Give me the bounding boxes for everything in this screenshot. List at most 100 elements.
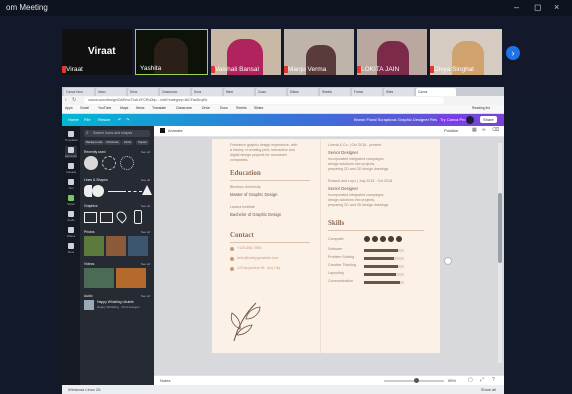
participant-tile[interactable]: Manju Verma xyxy=(284,29,354,75)
audio-title[interactable]: Happy Whistling Ukulele xyxy=(97,300,134,304)
element-triangle[interactable] xyxy=(142,185,152,195)
rail-audio[interactable]: Audio xyxy=(65,210,77,222)
rail-templates[interactable]: Templates xyxy=(65,130,78,142)
resize-button[interactable]: Resize xyxy=(98,117,110,122)
undo-icon[interactable]: ↶ xyxy=(118,117,121,122)
download-item[interactable]: Windows Linux 26 xyxy=(68,387,100,392)
help-icon[interactable]: ? xyxy=(492,377,495,383)
try-pro-button[interactable]: Try Canva Pro xyxy=(437,116,469,123)
browser-tab[interactable]: Zoom xyxy=(256,88,286,96)
rail-text[interactable]: Text xyxy=(65,178,77,190)
minimize-icon[interactable]: – xyxy=(514,2,519,12)
animate-button[interactable]: Animate xyxy=(168,128,183,133)
mail-icon[interactable] xyxy=(84,212,97,223)
element-circle[interactable] xyxy=(84,156,98,170)
browser-tab[interactable]: Canva Hom xyxy=(64,88,94,96)
see-all-link[interactable]: See all xyxy=(141,294,150,298)
browser-tab[interactable]: Slides xyxy=(288,88,318,96)
filter-chip[interactable]: Christmas xyxy=(104,140,121,145)
mail-icon[interactable] xyxy=(100,212,113,223)
audio-thumbnail[interactable] xyxy=(84,300,94,310)
browser-tab[interactable]: Classroom xyxy=(160,88,190,96)
bookmark-item[interactable]: Translate xyxy=(152,106,166,110)
redo-icon[interactable]: ↷ xyxy=(126,117,129,122)
element-line[interactable] xyxy=(108,191,126,192)
zoom-level[interactable]: 95% xyxy=(448,378,456,383)
grid-view-icon[interactable]: ▢ xyxy=(468,377,473,383)
filter-chip[interactable]: Circle xyxy=(122,140,134,145)
browser-tab[interactable]: Inbox xyxy=(96,88,126,96)
bookmark-item[interactable]: Sheets xyxy=(236,106,247,110)
link-icon[interactable]: ∞ xyxy=(482,127,486,133)
participant-tile[interactable]: Vaishali Bansal xyxy=(211,29,281,75)
bookmark-item[interactable]: Apps xyxy=(65,106,73,110)
vertical-scrollbar[interactable] xyxy=(498,143,502,363)
bookmark-item[interactable]: Maps xyxy=(120,106,128,110)
fullscreen-icon[interactable]: ⤢ xyxy=(480,377,484,383)
photo-thumbnail[interactable] xyxy=(106,236,126,256)
rail-videos[interactable]: Videos xyxy=(65,226,77,238)
bookmark-item[interactable]: Reading list xyxy=(472,106,490,110)
video-thumbnail[interactable] xyxy=(84,268,114,288)
browser-tab[interactable]: Docs xyxy=(192,88,222,96)
rail-elements[interactable]: Elements xyxy=(65,146,77,158)
browser-tab[interactable]: Forms xyxy=(352,88,382,96)
see-all-link[interactable]: See all xyxy=(141,178,150,182)
browser-tab-active[interactable]: Canva xyxy=(416,88,456,96)
filter-chip[interactable]: Square xyxy=(136,140,150,145)
element-mandala[interactable] xyxy=(102,156,116,170)
rail-styles[interactable]: Styles xyxy=(65,194,77,206)
share-button[interactable]: Share xyxy=(480,116,497,123)
participant-tile[interactable]: Divya Singhal xyxy=(430,29,502,75)
location-pin-icon[interactable] xyxy=(114,209,129,224)
see-all-link[interactable]: See all xyxy=(141,262,150,266)
color-swatch[interactable] xyxy=(160,128,165,133)
scrollbar-thumb[interactable] xyxy=(498,193,502,263)
bookmark-item[interactable]: News xyxy=(136,106,144,110)
element-line[interactable] xyxy=(128,191,142,193)
see-all-link[interactable]: See all xyxy=(141,204,150,208)
browser-tab[interactable]: Sites xyxy=(384,88,414,96)
zoom-slider-handle[interactable] xyxy=(414,378,419,383)
design-title[interactable]: Brown Floral Scrapbook Graphic Designer … xyxy=(354,117,445,122)
show-all-button[interactable]: Show all xyxy=(481,387,496,392)
participant-tile-active[interactable]: Yashita xyxy=(135,29,208,75)
transparency-icon[interactable]: ▦ xyxy=(472,127,477,133)
element-shape[interactable] xyxy=(84,185,92,197)
photo-thumbnail[interactable] xyxy=(128,236,148,256)
browser-tab[interactable]: Drive xyxy=(128,88,158,96)
close-icon[interactable]: × xyxy=(554,2,559,12)
position-button[interactable]: Position xyxy=(444,128,458,133)
notes-button[interactable]: Notes xyxy=(160,378,170,383)
search-input[interactable]: Search icons and shapes xyxy=(84,130,150,137)
photo-thumbnail[interactable] xyxy=(84,236,104,256)
participant-tile[interactable]: Viraat Viraat xyxy=(62,29,132,75)
file-menu[interactable]: File xyxy=(84,117,90,122)
see-all-link[interactable]: See all xyxy=(141,150,150,154)
bookmark-item[interactable]: Slides xyxy=(254,106,263,110)
reload-icon[interactable]: ↻ xyxy=(72,97,76,103)
zoom-slider[interactable] xyxy=(384,378,444,383)
see-all-link[interactable]: See all xyxy=(141,230,150,234)
rail-uploads[interactable]: Uploads xyxy=(65,162,77,174)
bookmark-item[interactable]: Docs xyxy=(220,106,228,110)
maximize-icon[interactable]: ◻ xyxy=(534,2,541,13)
avatar[interactable] xyxy=(466,116,474,124)
element-mandala[interactable] xyxy=(120,156,134,170)
video-thumbnail[interactable] xyxy=(116,268,146,288)
phone-icon[interactable] xyxy=(134,210,142,224)
home-button[interactable]: Home xyxy=(68,117,79,122)
browser-tab[interactable]: Meet xyxy=(224,88,254,96)
participant-tile[interactable]: LOKITA JAIN xyxy=(357,29,427,75)
bookmark-item[interactable]: Gmail xyxy=(80,106,89,110)
back-icon[interactable]: ‹ xyxy=(65,97,67,103)
browser-tab[interactable]: Sheets xyxy=(320,88,350,96)
bookmark-item[interactable]: Classroom xyxy=(176,106,192,110)
element-shape[interactable] xyxy=(92,185,104,197)
bookmark-item[interactable]: YouTube xyxy=(98,106,111,110)
delete-icon[interactable]: ⌫ xyxy=(492,127,499,133)
resume-page[interactable]: Freelance graphic design experience, wit… xyxy=(212,139,440,353)
filter-chip[interactable]: Backgrounds xyxy=(84,140,105,145)
add-page-icon[interactable] xyxy=(444,257,452,265)
chevron-right-icon[interactable]: › xyxy=(506,46,520,60)
